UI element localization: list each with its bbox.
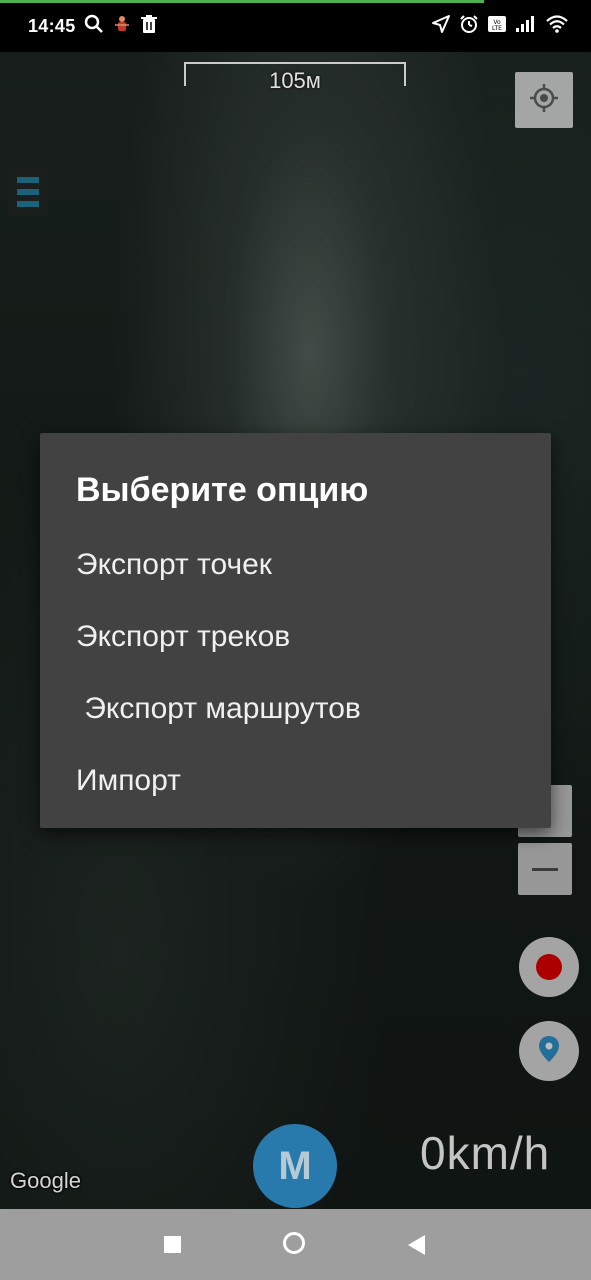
home-button[interactable]: [283, 1232, 305, 1254]
dialog-title: Выберите опцию: [76, 471, 369, 509]
alarm-icon: [459, 14, 479, 39]
system-nav-bar: [0, 1209, 591, 1280]
trash-icon: [140, 14, 158, 39]
wifi-icon: [545, 14, 569, 39]
signal-icon: [515, 14, 537, 39]
import-option[interactable]: Импорт: [76, 764, 181, 798]
status-right-icons: Vo LTE: [431, 14, 569, 39]
options-dialog: Выберите опцию Экспорт точек Экспорт тре…: [40, 433, 551, 828]
volte-icon: Vo LTE: [487, 14, 507, 39]
recents-button[interactable]: [164, 1236, 181, 1253]
download-progress-line: [0, 0, 484, 3]
export-routes-option[interactable]: Экспорт маршрутов: [76, 692, 361, 726]
location-arrow-icon: [431, 14, 451, 39]
bug-icon: [112, 14, 132, 39]
back-button[interactable]: [408, 1235, 425, 1255]
status-left-icons: [84, 14, 158, 39]
export-points-option[interactable]: Экспорт точек: [76, 548, 272, 582]
status-bar: 14:45 Vo LTE: [0, 0, 591, 52]
status-time: 14:45: [28, 16, 76, 36]
svg-text:LTE: LTE: [492, 25, 502, 32]
export-tracks-option[interactable]: Экспорт треков: [76, 620, 290, 654]
search-icon: [84, 14, 104, 39]
